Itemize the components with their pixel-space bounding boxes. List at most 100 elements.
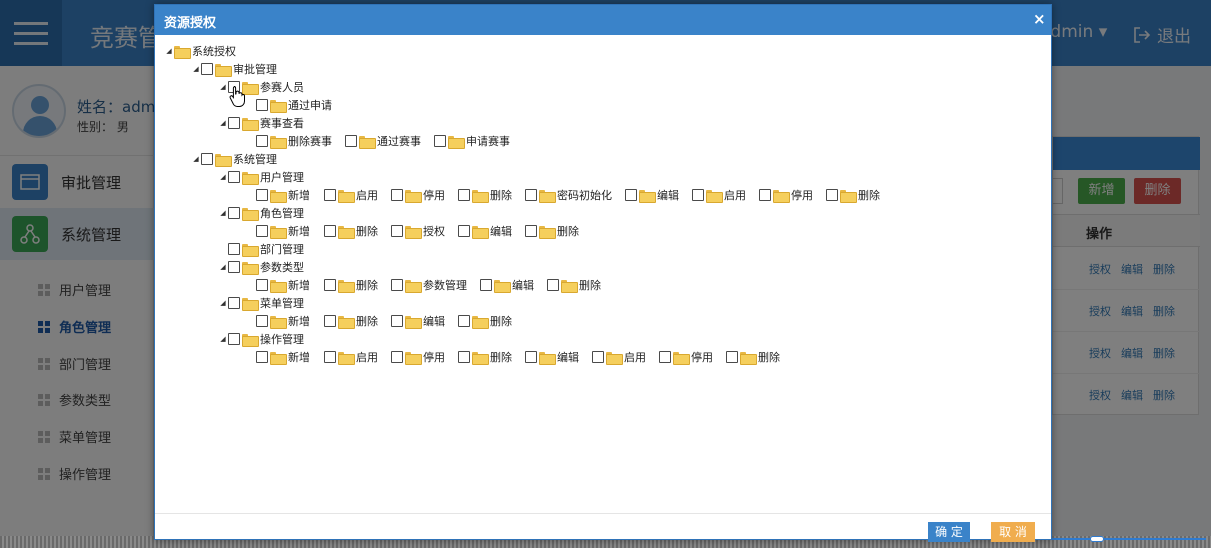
expand-triangle-icon[interactable]: ◢ [218, 83, 228, 91]
tree-node-menu-mgmt[interactable]: ◢ 菜单管理 [218, 295, 304, 311]
tree-leaf-node[interactable]: 启用 [692, 187, 746, 203]
tree-leaf-node[interactable]: 新增 [256, 349, 310, 365]
expand-triangle-icon[interactable]: ◢ [218, 263, 228, 271]
confirm-button[interactable]: 确 定 [928, 522, 970, 542]
scroll-handle[interactable] [1090, 536, 1104, 542]
checkbox[interactable] [201, 63, 213, 75]
tree-leaf-node[interactable]: 编辑 [458, 223, 512, 239]
checkbox[interactable] [592, 351, 604, 363]
tree-leaf-node[interactable]: 授权 [391, 223, 445, 239]
checkbox[interactable] [228, 333, 240, 345]
expand-triangle-icon[interactable]: ◢ [218, 173, 228, 181]
checkbox[interactable] [324, 225, 336, 237]
expand-triangle-icon[interactable]: ◢ [191, 65, 201, 73]
tree-leaf-node[interactable]: 新增 [256, 277, 310, 293]
checkbox[interactable] [659, 351, 671, 363]
checkbox[interactable] [345, 135, 357, 147]
tree-leaf-node[interactable]: 编辑 [625, 187, 679, 203]
tree-leaf-node[interactable]: 删除 [324, 277, 378, 293]
tree-node-role-mgmt[interactable]: ◢ 角色管理 [218, 205, 304, 221]
checkbox[interactable] [228, 297, 240, 309]
tree-leaf-node[interactable]: 删除 [458, 313, 512, 329]
checkbox[interactable] [525, 351, 537, 363]
tree-node-user-mgmt[interactable]: ◢ 用户管理 [218, 169, 304, 185]
checkbox[interactable] [256, 279, 268, 291]
tree-node-op-mgmt[interactable]: ◢ 操作管理 [218, 331, 304, 347]
tree-leaf-node[interactable]: 删除 [547, 277, 601, 293]
tree-leaf-node[interactable]: 参数管理 [391, 277, 467, 293]
checkbox[interactable] [256, 315, 268, 327]
tree-leaf-node[interactable]: 停用 [391, 187, 445, 203]
close-icon[interactable]: × [1033, 10, 1046, 28]
tree-leaf-node[interactable]: 启用 [324, 187, 378, 203]
checkbox[interactable] [324, 279, 336, 291]
tree-node-param-type[interactable]: ◢ 参数类型 [218, 259, 304, 275]
checkbox[interactable] [692, 189, 704, 201]
tree-leaf-node[interactable]: 删除 [324, 313, 378, 329]
tree-leaf-node[interactable]: 删除 [726, 349, 780, 365]
tree-node-dept-mgmt[interactable]: 部门管理 [228, 241, 304, 257]
checkbox[interactable] [525, 189, 537, 201]
checkbox[interactable] [826, 189, 838, 201]
tree-leaf-node[interactable]: 启用 [592, 349, 646, 365]
tree-leaf-node[interactable]: 启用 [324, 349, 378, 365]
expand-triangle-icon[interactable]: ◢ [218, 335, 228, 343]
checkbox[interactable] [324, 351, 336, 363]
checkbox[interactable] [525, 225, 537, 237]
tree-leaf-node[interactable]: 新增 [256, 223, 310, 239]
tree-leaf-node[interactable]: 编辑 [391, 313, 445, 329]
checkbox[interactable] [228, 243, 240, 255]
checkbox[interactable] [228, 117, 240, 129]
tree-leaf-node[interactable]: 编辑 [480, 277, 534, 293]
checkbox[interactable] [201, 153, 213, 165]
tree-node-approve[interactable]: ◢ 审批管理 [191, 61, 277, 77]
tree-leaf-node[interactable]: 新增 [256, 313, 310, 329]
tree-leaf-node[interactable]: 停用 [391, 349, 445, 365]
checkbox[interactable] [324, 189, 336, 201]
checkbox[interactable] [458, 189, 470, 201]
tree-node-event-view[interactable]: ◢ 赛事查看 [218, 115, 304, 131]
checkbox[interactable] [726, 351, 738, 363]
checkbox[interactable] [434, 135, 446, 147]
tree-leaf-node[interactable]: 删除 [324, 223, 378, 239]
tree-leaf-node[interactable]: 删除 [525, 223, 579, 239]
checkbox[interactable] [458, 315, 470, 327]
checkbox[interactable] [458, 225, 470, 237]
cancel-button[interactable]: 取 消 [991, 522, 1035, 542]
checkbox[interactable] [228, 171, 240, 183]
tree-leaf-node[interactable]: 删除 [458, 349, 512, 365]
checkbox[interactable] [391, 279, 403, 291]
checkbox[interactable] [256, 135, 268, 147]
checkbox[interactable] [228, 261, 240, 273]
tree-leaf-node[interactable]: 删除 [826, 187, 880, 203]
tree-node-pass-apply[interactable]: 通过申请 [256, 97, 332, 113]
expand-triangle-icon[interactable]: ◢ [191, 155, 201, 163]
checkbox[interactable] [228, 207, 240, 219]
tree-leaf-node[interactable]: 新增 [256, 187, 310, 203]
checkbox[interactable] [759, 189, 771, 201]
checkbox[interactable] [547, 279, 559, 291]
tree-node-root[interactable]: ◢ 系统授权 [164, 43, 236, 59]
tree-leaf-node[interactable]: 通过赛事 [345, 133, 421, 149]
tree-leaf-node[interactable]: 停用 [759, 187, 813, 203]
checkbox[interactable] [391, 225, 403, 237]
tree-leaf-node[interactable]: 删除 [458, 187, 512, 203]
checkbox[interactable] [458, 351, 470, 363]
checkbox[interactable] [391, 315, 403, 327]
tree-leaf-node[interactable]: 编辑 [525, 349, 579, 365]
tree-leaf-node[interactable]: 停用 [659, 349, 713, 365]
tree-node-system[interactable]: ◢ 系统管理 [191, 151, 277, 167]
expand-triangle-icon[interactable]: ◢ [218, 119, 228, 127]
tree-leaf-node[interactable]: 申请赛事 [434, 133, 510, 149]
tree-leaf-node[interactable]: 密码初始化 [525, 187, 612, 203]
checkbox[interactable] [256, 189, 268, 201]
checkbox[interactable] [625, 189, 637, 201]
checkbox[interactable] [480, 279, 492, 291]
checkbox[interactable] [256, 225, 268, 237]
checkbox[interactable] [391, 189, 403, 201]
checkbox[interactable] [256, 99, 268, 111]
checkbox[interactable] [324, 315, 336, 327]
checkbox[interactable] [391, 351, 403, 363]
tree-leaf-node[interactable]: 删除赛事 [256, 133, 332, 149]
expand-triangle-icon[interactable]: ◢ [164, 47, 174, 55]
